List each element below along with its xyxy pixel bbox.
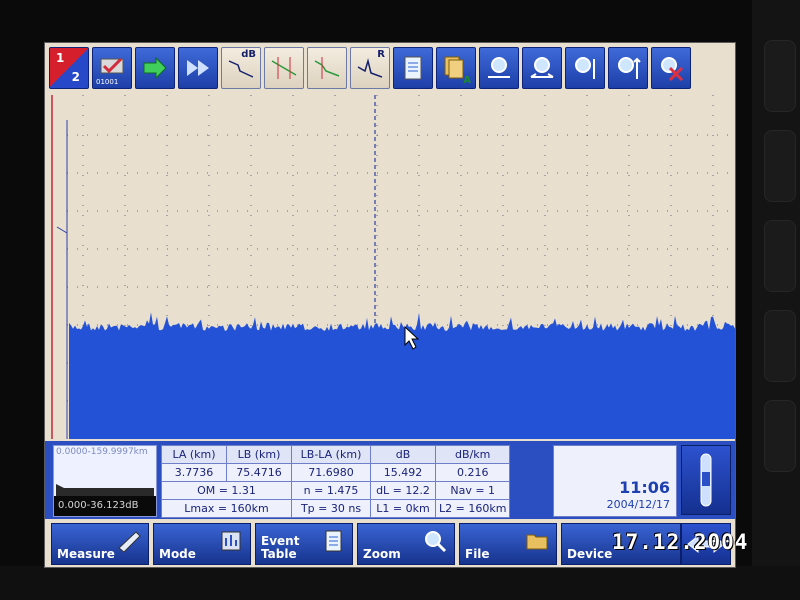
device-bezel-bottom [0, 566, 800, 600]
noise-trace [69, 312, 735, 439]
zoom-button[interactable]: Zoom [357, 523, 455, 565]
vertical-scroll-icon [700, 453, 712, 507]
otdr-screen: 1 2 01001 dB R A 0.0000-159.9997km 0.000… [44, 42, 736, 568]
event-table-label-line2: Table [261, 547, 297, 561]
bottom-menu: Measure Mode Event Table Zoom File Devic… [51, 523, 681, 565]
zoom-horizontal-button[interactable] [479, 47, 519, 89]
om-value: OM = 1.31 [161, 481, 292, 500]
table-header-row: LA (km) LB (km) LB-LA (km) dB dB/km [161, 445, 511, 464]
header-lb: LB (km) [226, 445, 292, 464]
table-document-icon [325, 530, 342, 552]
scroll-vertical-button[interactable] [681, 445, 731, 515]
device-label: Device [567, 547, 613, 561]
r-label: R [377, 49, 385, 60]
mode-button[interactable]: Mode [153, 523, 251, 565]
clock-time: 11:06 [619, 478, 670, 497]
launch-level-mark [56, 226, 68, 234]
zoom-magnifier-icon [425, 531, 447, 553]
folder-icon [526, 534, 548, 550]
channel-toggle-button[interactable]: 1 2 [49, 47, 89, 89]
l2-value: L2 = 160km [434, 499, 511, 518]
db-marker-button[interactable]: dB [221, 47, 261, 89]
hardware-key[interactable] [764, 40, 796, 112]
n-value: n = 1.475 [291, 481, 371, 500]
binary-label: 01001 [96, 78, 119, 86]
loss-two-point-button[interactable] [264, 47, 304, 89]
shift-button[interactable] [135, 47, 175, 89]
mode-icon [221, 531, 241, 551]
dl-value: dL = 12.2 [370, 481, 436, 500]
measure-label: Measure [57, 547, 115, 561]
magnifier-vertical-out-icon [618, 57, 641, 79]
photo-date-stamp: 17.12.2004 [612, 530, 749, 554]
table-row: 3.7736 75.4716 71.6980 15.492 0.216 [161, 463, 511, 482]
magnifier-horizontal-icon [488, 57, 510, 78]
lsa-trace-icon [314, 57, 340, 79]
fast-forward-icon [187, 60, 209, 76]
hardware-key[interactable] [764, 310, 796, 382]
mini-trace-icon [56, 484, 154, 496]
channel-2-label: 2 [71, 70, 80, 84]
db-label: dB [241, 49, 256, 60]
value-lb: 75.4716 [226, 463, 292, 482]
magnifier-horizontal-out-icon [530, 57, 554, 78]
hardware-key[interactable] [764, 130, 796, 202]
two-point-trace-icon [271, 57, 297, 79]
measure-button[interactable]: Measure [51, 523, 149, 565]
double-arrow-icon [143, 56, 167, 80]
file-label: File [465, 547, 490, 561]
otdr-trace-plot[interactable] [51, 95, 735, 439]
mode-label: Mode [159, 547, 196, 561]
magnifier-cancel-icon [661, 57, 684, 82]
clock-date: 2004/12/17 [606, 498, 670, 511]
reflectance-button[interactable]: R [350, 47, 390, 89]
magnifier-vertical-icon [575, 57, 595, 79]
header-db-km: dB/km [434, 445, 511, 464]
file-button[interactable]: File [459, 523, 557, 565]
measure-check-button[interactable]: 01001 [92, 47, 132, 89]
overview-panel[interactable]: 0.0000-159.9997km 0.000-36.123dB [53, 445, 157, 517]
value-lb-la: 71.6980 [291, 463, 371, 482]
loss-lsa-button[interactable] [307, 47, 347, 89]
top-toolbar: 1 2 01001 dB R A [49, 47, 691, 89]
lmax-value: Lmax = 160km [161, 499, 292, 518]
value-db: 15.492 [370, 463, 436, 482]
fast-forward-button[interactable] [178, 47, 218, 89]
tp-value: Tp = 30 ns [291, 499, 371, 518]
document-icon [404, 56, 422, 80]
hardware-key[interactable] [764, 400, 796, 472]
hardware-key[interactable] [764, 220, 796, 292]
event-table-label-line1: Event [261, 534, 300, 548]
event-list-button[interactable] [393, 47, 433, 89]
zoom-label: Zoom [363, 547, 401, 561]
l1-value: L1 = 0km [370, 499, 436, 518]
table-row: Lmax = 160km Tp = 30 ns L1 = 0km L2 = 16… [161, 499, 511, 518]
measurement-table: LA (km) LB (km) LB-LA (km) dB dB/km 3.77… [161, 445, 511, 518]
clock-panel: 11:06 2004/12/17 [553, 445, 677, 517]
zoom-vertical-out-button[interactable] [608, 47, 648, 89]
db-range-text: 0.000-36.123dB [54, 496, 156, 516]
header-lb-la: LB-LA (km) [291, 445, 371, 464]
header-db: dB [370, 445, 436, 464]
auto-analysis-button[interactable]: A [436, 47, 476, 89]
range-text: 0.0000-159.9997km [56, 447, 148, 457]
channel-1-label: 1 [56, 51, 65, 65]
zoom-vertical-button[interactable] [565, 47, 605, 89]
zoom-horizontal-out-button[interactable] [522, 47, 562, 89]
header-la: LA (km) [161, 445, 227, 464]
a-label: A [463, 75, 471, 86]
event-table-button[interactable]: Event Table [255, 523, 353, 565]
value-la: 3.7736 [161, 463, 227, 482]
table-row: OM = 1.31 n = 1.475 dL = 12.2 Nav = 1 [161, 481, 511, 500]
trace-svg [51, 95, 735, 439]
event-table-label: Event Table [261, 535, 299, 561]
measure-hand-icon [118, 531, 141, 553]
zoom-reset-button[interactable] [651, 47, 691, 89]
value-db-km: 0.216 [434, 463, 511, 482]
nav-value: Nav = 1 [434, 481, 511, 500]
